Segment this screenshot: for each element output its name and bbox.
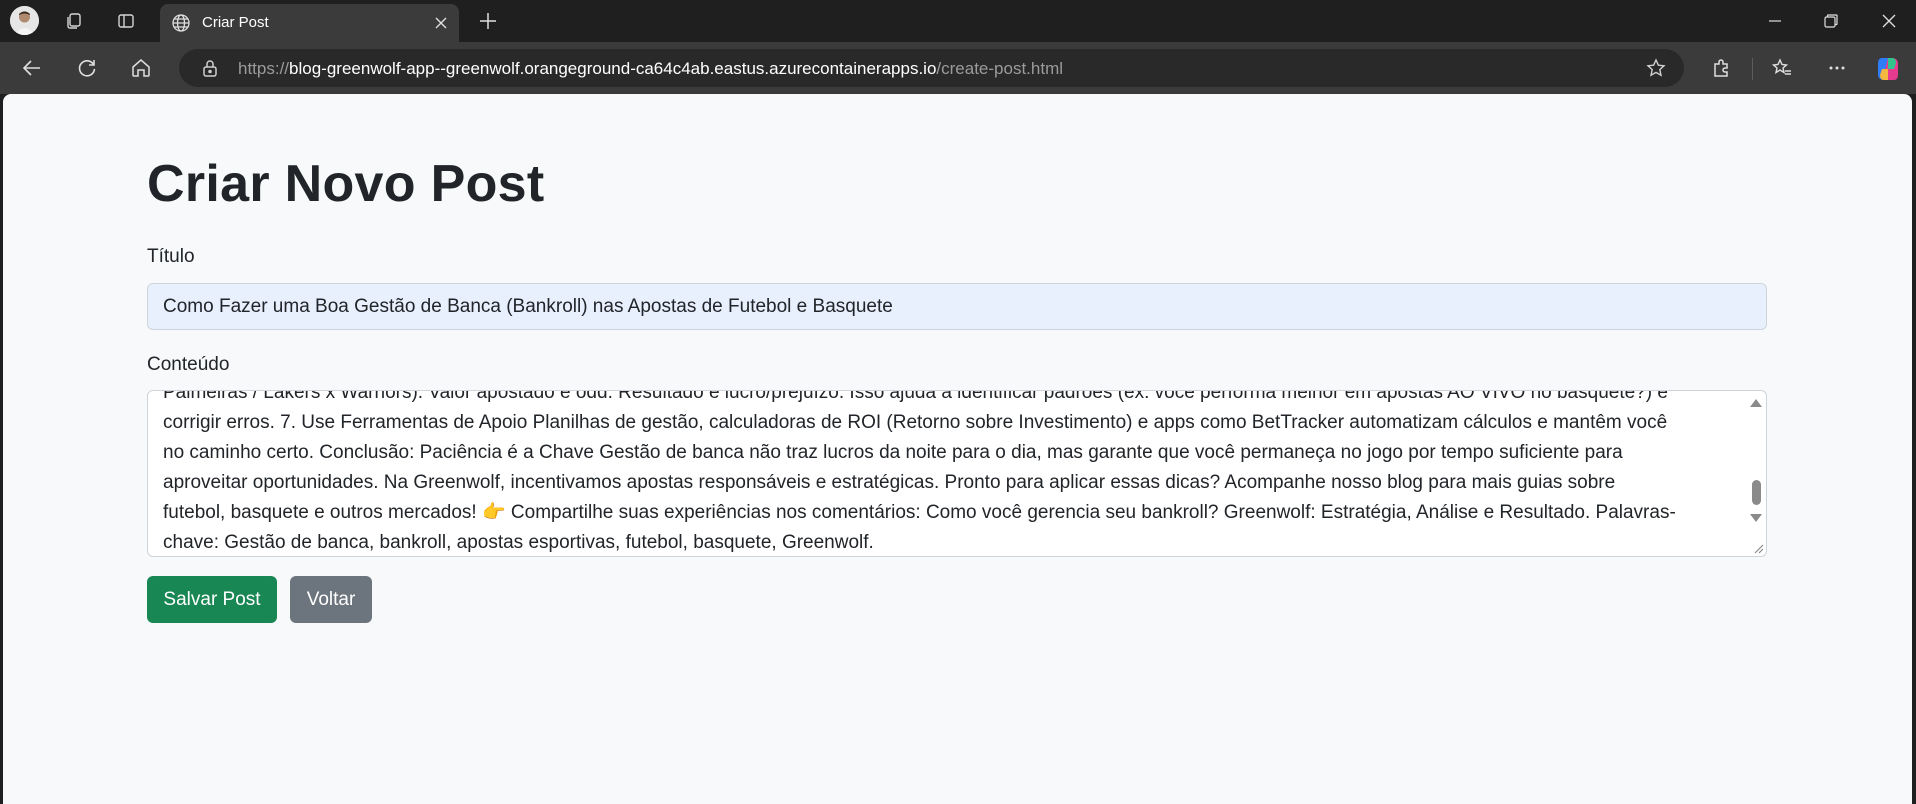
content-line: aproveitar oportunidades. Na Greenwolf, …	[163, 472, 1616, 493]
url-host: blog-greenwolf-app--greenwolf.orangegrou…	[289, 59, 937, 78]
minimize-icon[interactable]	[1748, 0, 1802, 42]
copilot-icon[interactable]	[1874, 55, 1902, 83]
home-icon[interactable]	[124, 52, 158, 84]
title-label: Título	[147, 246, 195, 267]
globe-icon	[172, 14, 190, 32]
title-input[interactable]: Como Fazer uma Boa Gestão de Banca (Bank…	[147, 283, 1767, 330]
scroll-down-arrow-icon[interactable]	[1750, 514, 1762, 522]
content-label: Conteúdo	[147, 354, 230, 375]
toolbar-separator	[1752, 58, 1753, 80]
extensions-icon[interactable]	[1704, 52, 1738, 84]
url-text[interactable]: https://blog-greenwolf-app--greenwolf.or…	[238, 59, 1063, 79]
close-icon[interactable]	[431, 13, 451, 33]
back-button[interactable]: Voltar	[290, 576, 372, 623]
restore-icon[interactable]	[1804, 0, 1858, 42]
profile-avatar[interactable]	[10, 6, 39, 35]
close-window-icon[interactable]	[1862, 0, 1916, 42]
tab-actions-icon[interactable]	[110, 7, 142, 35]
url-path: /create-post.html	[936, 59, 1064, 78]
content-line: chave: Gestão de banca, bankroll, aposta…	[163, 532, 874, 553]
content-textarea[interactable]: Palmeiras / Lakers x Warriors). Valor ap…	[147, 390, 1767, 557]
save-post-button[interactable]: Salvar Post	[147, 576, 277, 623]
refresh-icon[interactable]	[70, 52, 104, 84]
address-bar[interactable]: https://blog-greenwolf-app--greenwolf.or…	[179, 49, 1684, 87]
scroll-up-arrow-icon[interactable]	[1750, 399, 1762, 407]
content-line: Palmeiras / Lakers x Warriors). Valor ap…	[163, 390, 1668, 403]
back-arrow-icon[interactable]	[15, 52, 49, 84]
tab-strip: Criar Post	[0, 0, 1916, 42]
plus-icon[interactable]	[473, 7, 503, 35]
tab-criar-post[interactable]: Criar Post	[160, 4, 459, 42]
lock-icon[interactable]	[201, 59, 219, 77]
url-scheme: https://	[238, 59, 290, 78]
star-icon[interactable]	[1646, 58, 1666, 78]
collections-icon[interactable]	[58, 7, 90, 35]
resize-grip-icon[interactable]	[1752, 542, 1764, 554]
browser-toolbar: https://blog-greenwolf-app--greenwolf.or…	[0, 42, 1916, 94]
more-icon[interactable]	[1820, 52, 1854, 84]
content-line: futebol, basquete e outros mercados! 👉 C…	[163, 502, 1676, 523]
favorites-icon[interactable]	[1765, 52, 1799, 84]
page-viewport: Criar Novo Post Título Como Fazer uma Bo…	[3, 94, 1912, 804]
tab-title: Criar Post	[202, 14, 269, 31]
content-text: Palmeiras / Lakers x Warriors). Valor ap…	[163, 390, 1738, 556]
content-line: no caminho certo. Conclusão: Paciência é…	[163, 442, 1623, 463]
scrollbar-thumb[interactable]	[1752, 480, 1761, 505]
page-title: Criar Novo Post	[147, 155, 545, 213]
content-line: corrigir erros. 7. Use Ferramentas de Ap…	[163, 412, 1668, 433]
